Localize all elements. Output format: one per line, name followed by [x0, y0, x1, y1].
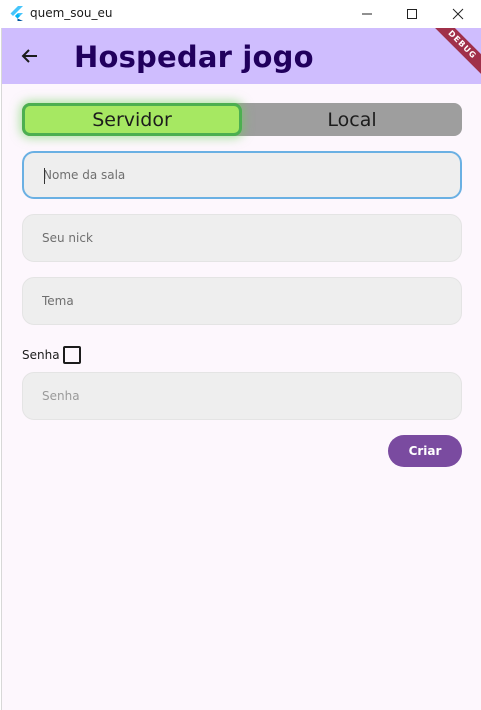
toggle-option-local[interactable]: Local: [242, 103, 462, 136]
maximize-button[interactable]: [389, 0, 435, 28]
maximize-icon: [407, 9, 417, 19]
arrow-left-icon: [21, 49, 37, 63]
password-checkbox[interactable]: [63, 346, 81, 364]
nick-input[interactable]: [23, 215, 461, 261]
password-checkbox-label: Senha: [22, 348, 60, 362]
minimize-icon: [362, 13, 372, 15]
room-name-input[interactable]: [24, 153, 460, 197]
window-title-bar: quem_sou_eu: [0, 0, 481, 28]
minimize-button[interactable]: [344, 0, 390, 28]
mode-toggle: Local Servidor: [22, 103, 462, 136]
app-window: Hospedar jogo DEBUG Local Servidor Senha…: [1, 28, 481, 710]
page-title: Hospedar jogo: [74, 40, 314, 74]
nick-field[interactable]: [22, 214, 462, 262]
theme-field[interactable]: [22, 277, 462, 325]
window-title: quem_sou_eu: [30, 6, 113, 20]
toggle-option-servidor[interactable]: Servidor: [22, 103, 242, 136]
room-name-field[interactable]: [22, 151, 462, 199]
close-button[interactable]: [435, 0, 481, 28]
back-button[interactable]: [14, 40, 46, 72]
flutter-icon: [10, 6, 23, 21]
close-icon: [452, 8, 464, 20]
password-field[interactable]: [22, 372, 462, 420]
password-input[interactable]: [23, 373, 461, 419]
app-bar: Hospedar jogo: [2, 28, 481, 84]
text-caret: [44, 168, 45, 184]
theme-input[interactable]: [23, 278, 461, 324]
create-button[interactable]: Criar: [388, 435, 462, 467]
